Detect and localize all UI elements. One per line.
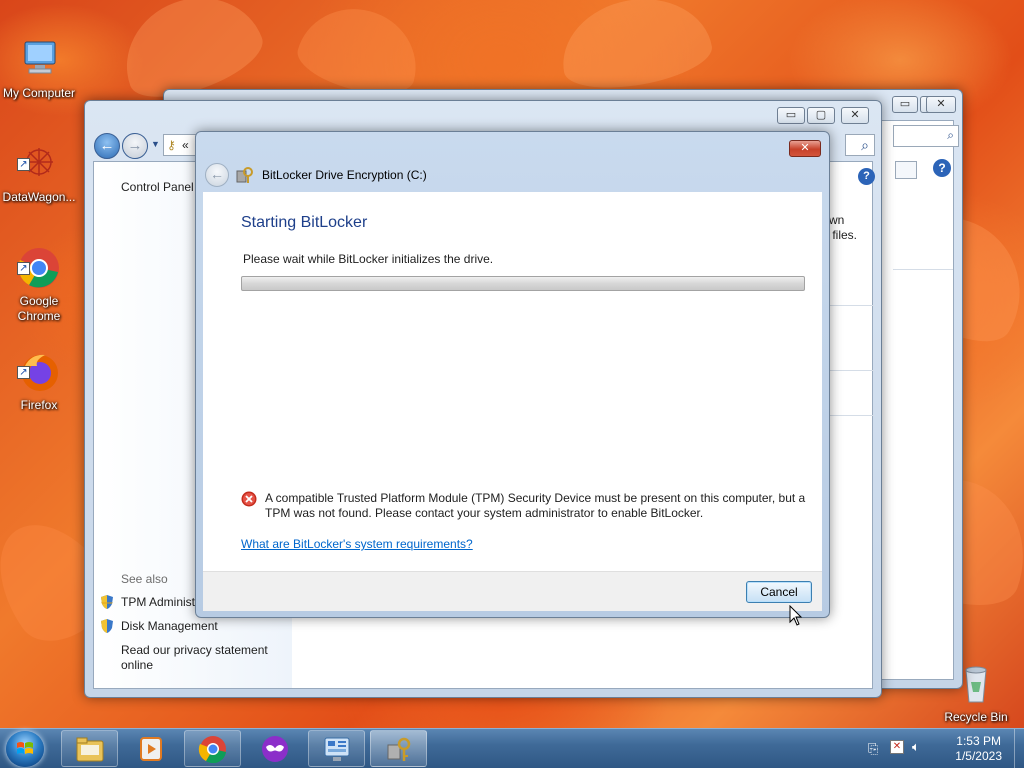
system-requirements-link[interactable]: What are BitLocker's system requirements… — [241, 537, 473, 551]
see-also-item-label[interactable]: Disk Management — [121, 619, 218, 633]
dialog-header: ← BitLocker Drive Encryption (C:) — [202, 160, 823, 192]
see-also-heading: See also — [121, 572, 168, 586]
desktop-icon-label: Google Chrome — [17, 294, 61, 323]
wait-message: Please wait while BitLocker initializes … — [243, 252, 494, 266]
help-icon[interactable]: ? — [933, 159, 951, 177]
recent-pages-chevron-icon[interactable]: ▼ — [151, 139, 160, 149]
divider — [824, 305, 874, 306]
computer-icon — [17, 23, 61, 74]
clock-date: 1/5/2023 — [955, 749, 1002, 763]
show-desktop-button[interactable] — [1014, 729, 1024, 768]
bitlocker-key-icon — [236, 166, 254, 184]
clock[interactable]: 1:53 PM 1/5/2023 — [955, 734, 1002, 764]
minimize-button[interactable]: ▭ — [892, 96, 918, 113]
privacy-statement-link[interactable]: Read our privacy statement online — [121, 643, 268, 673]
search-icon[interactable]: ⌕ — [947, 128, 954, 143]
windows-logo-icon — [17, 742, 33, 754]
clock-time: 1:53 PM — [956, 734, 1001, 748]
taskbar-explorer[interactable] — [61, 730, 118, 767]
search-icon[interactable]: ⌕ — [861, 137, 869, 154]
help-icon[interactable]: ? — [858, 168, 875, 185]
address-overflow[interactable]: « — [182, 138, 189, 152]
shortcut-arrow-icon: ↗ — [17, 262, 30, 275]
truncated-text: wn — [829, 213, 845, 227]
wallpaper-petal — [553, 0, 717, 98]
divider — [824, 370, 874, 371]
chrome-icon: ↗ — [17, 231, 61, 288]
datawagon-icon: ↗ — [17, 127, 61, 176]
desktop-icon-datawagon[interactable]: ↗ DataWagon... — [0, 112, 78, 205]
divider — [824, 415, 874, 416]
shortcut-arrow-icon: ↗ — [17, 158, 30, 171]
taskbar: ⎘ ✕ 🔈︎ 1:53 PM 1/5/2023 — [0, 728, 1024, 768]
close-button[interactable]: ✕ — [926, 96, 956, 113]
firefox-icon: ↗ — [17, 335, 61, 391]
desktop-icon-my-computer[interactable]: My Computer — [0, 8, 78, 101]
mouse-cursor-icon — [789, 605, 803, 626]
bitlocker-key-icon: ⚷ — [167, 138, 176, 152]
back-arrow-icon[interactable]: ← — [205, 163, 229, 187]
search-input[interactable]: ⌕ — [845, 134, 875, 156]
page-title: Starting BitLocker — [241, 214, 368, 231]
cancel-button[interactable]: Cancel — [746, 581, 812, 603]
taskbar-app[interactable] — [246, 730, 303, 767]
bitlocker-dialog[interactable]: ✕ ← BitLocker Drive Encryption (C:) Star… — [195, 131, 830, 618]
control-panel-home-link[interactable]: Control Panel — [121, 180, 194, 194]
start-button[interactable] — [6, 731, 44, 767]
error-icon — [241, 491, 257, 507]
volume-icon[interactable]: 🔈︎ — [912, 739, 920, 755]
dialog-footer: Cancel — [203, 571, 822, 611]
divider — [893, 269, 953, 270]
maximize-button[interactable]: ▢ — [807, 107, 835, 124]
forward-arrow-icon[interactable]: → — [122, 133, 148, 159]
desktop-icon-google-chrome[interactable]: ↗ Google Chrome — [0, 216, 78, 324]
shield-icon — [99, 594, 115, 610]
action-center-icon[interactable]: ✕ — [890, 740, 904, 754]
minimize-button[interactable]: ▭ — [777, 107, 805, 124]
taskbar-control-panel[interactable] — [308, 730, 365, 767]
taskbar-media-player[interactable] — [122, 730, 179, 767]
taskbar-chrome[interactable] — [184, 730, 241, 767]
desktop-icon-firefox[interactable]: ↗ Firefox — [0, 320, 78, 413]
bitlocker-key-icon — [384, 735, 414, 763]
network-icon[interactable]: ⎘ — [868, 741, 878, 757]
dialog-body: Starting BitLocker Please wait while Bit… — [203, 192, 822, 571]
close-button[interactable]: ✕ — [841, 107, 869, 124]
preview-pane-icon[interactable] — [895, 161, 917, 179]
search-input[interactable]: ⌕ — [893, 125, 959, 147]
shortcut-arrow-icon: ↗ — [17, 366, 30, 379]
close-button[interactable]: ✕ — [789, 140, 821, 157]
chrome-icon — [198, 735, 228, 764]
control-panel-icon — [322, 735, 352, 763]
desktop-icon-label: My Computer — [2, 86, 76, 100]
desktop-icon-label: Recycle Bin — [944, 710, 1008, 724]
system-tray: ⎘ ✕ 🔈︎ 1:53 PM 1/5/2023 — [854, 729, 1024, 768]
taskbar-bitlocker[interactable] — [370, 730, 427, 767]
error-message: A compatible Trusted Platform Module (TP… — [265, 491, 806, 520]
back-arrow-icon[interactable]: ← — [94, 133, 120, 159]
desktop-icon-label: Firefox — [20, 398, 58, 412]
mask-app-icon — [260, 735, 290, 763]
see-also-item-label[interactable]: TPM Administ — [121, 595, 195, 609]
folder-icon — [75, 735, 105, 763]
shield-icon — [99, 618, 115, 634]
desktop-icon-label: DataWagon... — [2, 190, 76, 204]
dialog-title: BitLocker Drive Encryption (C:) — [262, 168, 427, 182]
progress-bar — [241, 276, 805, 291]
media-player-icon — [136, 735, 166, 763]
